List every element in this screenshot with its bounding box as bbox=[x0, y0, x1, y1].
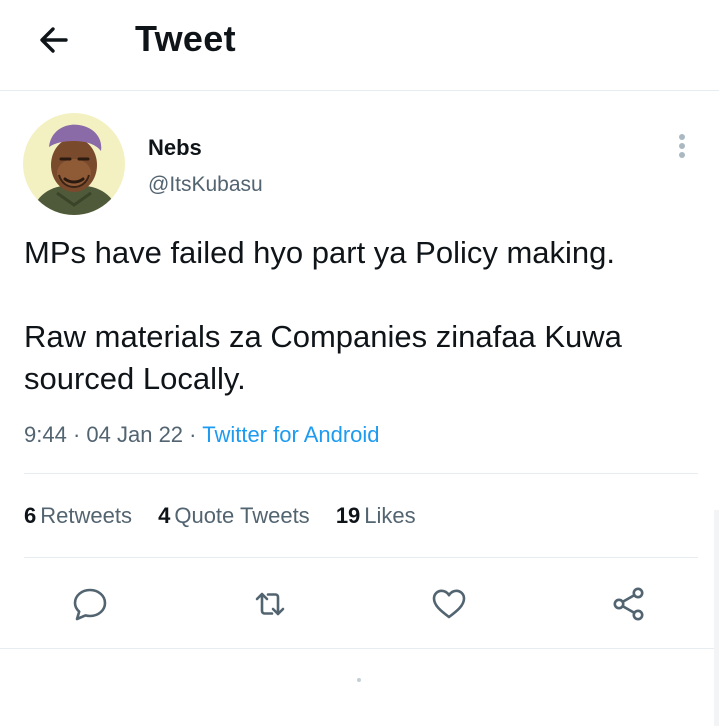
quote-tweets-stat[interactable]: 4 Quote Tweets bbox=[158, 503, 310, 529]
more-dot bbox=[679, 143, 685, 149]
tweet-date[interactable]: 04 Jan 22 bbox=[86, 422, 183, 447]
tweet-line: Raw materials za Companies zinafaa Kuwa … bbox=[24, 319, 622, 396]
author-handle[interactable]: @ItsKubasu bbox=[148, 173, 263, 197]
tweet-source-link[interactable]: Twitter for Android bbox=[202, 422, 379, 447]
author-name[interactable]: Nebs bbox=[148, 135, 202, 161]
tweet-time[interactable]: 9:44 bbox=[24, 422, 67, 447]
meta-separator: · bbox=[189, 422, 197, 447]
page-title: Tweet bbox=[135, 18, 236, 59]
retweet-button[interactable] bbox=[250, 584, 290, 624]
reply-icon bbox=[73, 588, 107, 621]
likes-stat[interactable]: 19 Likes bbox=[336, 503, 416, 529]
scrollbar-track[interactable] bbox=[714, 510, 719, 726]
top-bar: Tweet bbox=[0, 0, 719, 90]
more-options-button[interactable] bbox=[670, 130, 694, 162]
back-button[interactable] bbox=[36, 22, 72, 58]
retweets-label: Retweets bbox=[40, 503, 132, 528]
avatar-image bbox=[23, 113, 125, 215]
avatar[interactable] bbox=[23, 113, 125, 215]
likes-label: Likes bbox=[364, 503, 416, 528]
reply-button[interactable] bbox=[70, 584, 110, 624]
tweet-text: MPs have failed hyo part ya Policy makin… bbox=[24, 232, 704, 400]
like-button[interactable] bbox=[429, 584, 469, 624]
stats-divider bbox=[24, 557, 698, 558]
arrow-left-icon bbox=[40, 27, 68, 53]
retweets-stat[interactable]: 6 Retweets bbox=[24, 503, 132, 529]
retweets-count: 6 bbox=[24, 503, 37, 528]
share-button[interactable] bbox=[609, 584, 649, 624]
engagement-stats: 6 Retweets 4 Quote Tweets 19 Likes bbox=[24, 503, 436, 529]
like-icon bbox=[432, 589, 466, 619]
quote-tweets-label: Quote Tweets bbox=[174, 503, 310, 528]
meta-separator: · bbox=[72, 422, 81, 447]
header-divider bbox=[0, 90, 719, 91]
share-icon bbox=[613, 587, 644, 621]
likes-count: 19 bbox=[335, 503, 361, 528]
tweet-line-break bbox=[24, 274, 704, 316]
scroll-indicator-dot bbox=[357, 678, 361, 682]
quote-tweets-count: 4 bbox=[158, 503, 171, 528]
retweet-icon bbox=[255, 592, 285, 616]
actions-divider bbox=[0, 648, 719, 649]
tweet-line: MPs have failed hyo part ya Policy makin… bbox=[24, 235, 615, 270]
meta-divider bbox=[24, 473, 698, 474]
tweet-meta: 9:44 · 04 Jan 22 · Twitter for Android bbox=[24, 422, 380, 448]
more-dot bbox=[679, 134, 685, 140]
more-dot bbox=[679, 152, 685, 158]
